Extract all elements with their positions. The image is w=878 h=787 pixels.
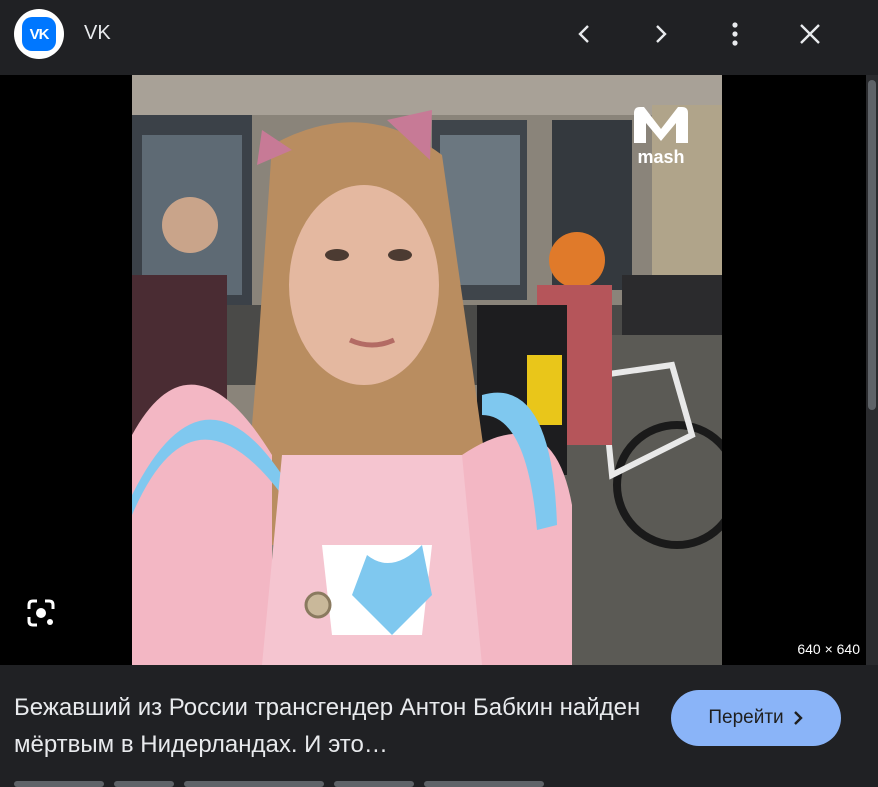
visit-button-label: Перейти (708, 707, 784, 728)
watermark-logo: mash (626, 105, 696, 180)
image-caption[interactable]: Бежавший из России трансгендер Антон Баб… (14, 689, 644, 763)
vk-logo-icon: VK (22, 17, 56, 51)
more-options-button[interactable] (715, 14, 755, 54)
image-viewer: mash 640 × 640 (0, 75, 866, 665)
source-logo[interactable]: VK (14, 9, 64, 59)
chevron-right-icon (793, 711, 803, 725)
google-lens-icon (27, 599, 55, 627)
close-button[interactable] (790, 14, 830, 54)
next-chevron-icon (656, 25, 667, 43)
source-name[interactable]: VK (84, 22, 111, 45)
lens-search-button[interactable] (22, 594, 60, 632)
image-dimensions: 640 × 640 (797, 641, 860, 657)
prev-chevron-icon (578, 25, 589, 43)
preview-image[interactable]: mash (132, 75, 722, 665)
close-icon (800, 24, 820, 44)
mash-logo-icon (634, 107, 688, 143)
more-vertical-icon (732, 22, 738, 46)
viewer-header: VK VK (0, 0, 878, 75)
caption-area: Бежавший из России трансгендер Антон Баб… (0, 665, 878, 787)
watermark-text: mash (637, 147, 685, 167)
visit-button[interactable]: Перейти (671, 690, 841, 746)
next-button[interactable] (640, 14, 680, 54)
scrollbar[interactable] (866, 75, 878, 665)
prev-button[interactable] (565, 14, 605, 54)
scrollbar-thumb[interactable] (868, 80, 876, 410)
